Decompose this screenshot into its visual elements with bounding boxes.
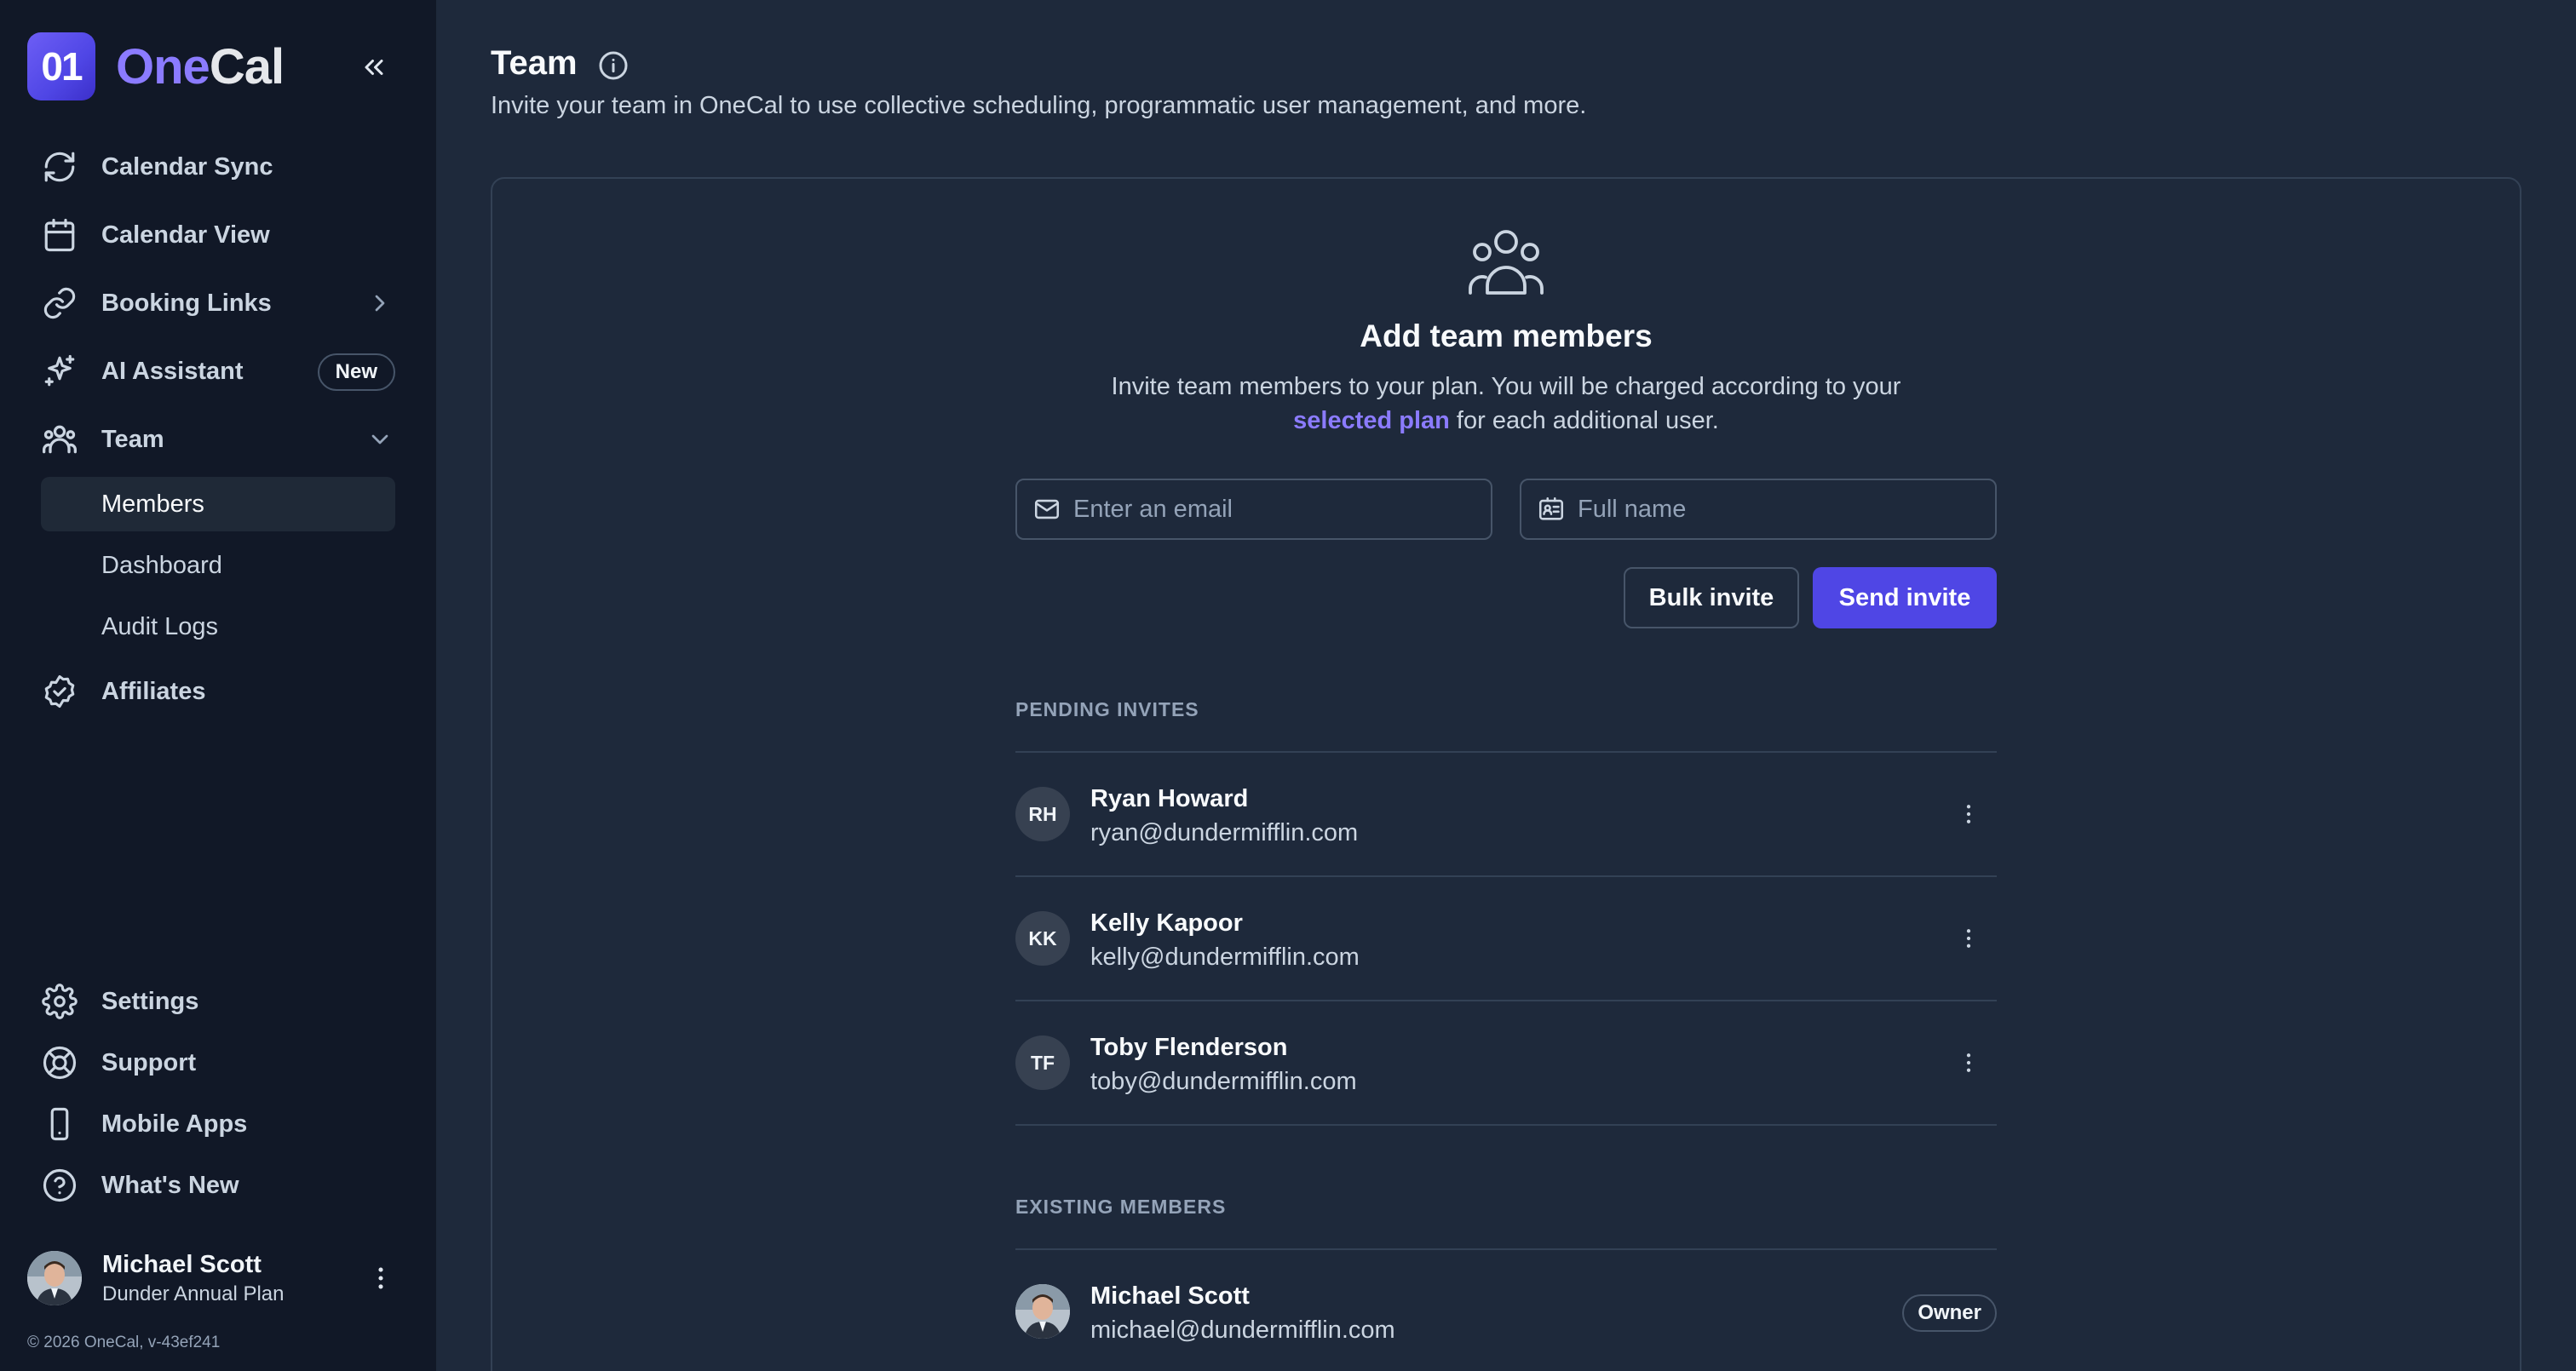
sidebar-item-ai-assistant[interactable]: AI Assistant New — [41, 344, 395, 399]
sidebar-item-support[interactable]: Support — [41, 1035, 395, 1090]
avatar: KK — [1015, 911, 1070, 966]
avatar: TF — [1015, 1035, 1070, 1090]
help-circle-icon — [43, 1168, 77, 1202]
sidebar-item-mobile-apps[interactable]: Mobile Apps — [41, 1097, 395, 1151]
bulk-invite-button[interactable]: Bulk invite — [1624, 567, 1799, 628]
phone-icon — [50, 1107, 69, 1141]
member-row: Michael Scott michael@dundermifflin.com … — [1015, 1250, 1997, 1371]
chevron-down-icon — [371, 434, 388, 445]
invitee-email: toby@dundermifflin.com — [1090, 1068, 1357, 1095]
id-card-icon — [1538, 496, 1564, 520]
pending-invite-row: RH Ryan Howard ryan@dundermifflin.com — [1015, 753, 1997, 875]
row-menu-button[interactable] — [1947, 1041, 1990, 1084]
sidebar-item-label: Affiliates — [101, 677, 206, 705]
add-members-description: Invite team members to your plan. You wi… — [1111, 373, 1901, 434]
user-menu-button[interactable] — [359, 1257, 402, 1299]
pending-invites-label: PENDING INVITES — [1015, 698, 1199, 720]
sidebar-subitem-audit-logs[interactable]: Audit Logs — [41, 599, 395, 654]
sidebar-item-affiliates[interactable]: Affiliates — [41, 664, 395, 719]
sidebar-item-calendar-sync[interactable]: Calendar Sync — [41, 140, 395, 194]
collapse-sidebar-button[interactable] — [353, 46, 395, 89]
sidebar-item-label: Mobile Apps — [101, 1110, 248, 1138]
link-icon — [43, 287, 76, 319]
sidebar-item-team[interactable]: Team — [41, 412, 395, 467]
sidebar-item-label: Settings — [101, 987, 199, 1015]
users-icon — [1467, 228, 1545, 296]
invitee-name: Toby Flenderson — [1090, 1034, 1288, 1061]
logo-mark: 01 — [27, 32, 95, 100]
page-title: Team — [491, 44, 578, 82]
pending-invite-row: KK Kelly Kapoor kelly@dundermifflin.com — [1015, 877, 1997, 1000]
email-field[interactable] — [1015, 479, 1492, 540]
send-invite-button[interactable]: Send invite — [1813, 567, 1997, 628]
page-subtitle: Invite your team in OneCal to use collec… — [491, 92, 1587, 119]
refresh-icon — [44, 152, 75, 182]
invitee-name: Ryan Howard — [1090, 785, 1249, 812]
sidebar: 01 OneCal Calendar Sync Calendar View Bo… — [0, 0, 436, 1371]
sidebar-item-label: Team — [101, 425, 164, 453]
sidebar-item-booking-links[interactable]: Booking Links — [41, 276, 395, 330]
pending-invite-row: TF Toby Flenderson toby@dundermifflin.co… — [1015, 1001, 1997, 1124]
lifebuoy-icon — [43, 1046, 77, 1080]
sidebar-item-whats-new[interactable]: What's New — [41, 1158, 395, 1213]
invitee-name: Kelly Kapoor — [1090, 909, 1243, 937]
existing-members-label: EXISTING MEMBERS — [1015, 1196, 1227, 1218]
users-icon — [43, 425, 77, 454]
sidebar-item-calendar-view[interactable]: Calendar View — [41, 208, 395, 262]
sidebar-item-label: Calendar Sync — [101, 152, 273, 181]
member-email: michael@dundermifflin.com — [1090, 1317, 1395, 1344]
more-vertical-icon — [1966, 805, 1971, 823]
owner-badge: Owner — [1902, 1294, 1997, 1332]
mail-icon — [1034, 499, 1060, 519]
row-menu-button[interactable] — [1947, 917, 1990, 960]
info-icon[interactable] — [596, 49, 630, 83]
user-plan: Dunder Annual Plan — [102, 1282, 285, 1305]
sidebar-subitem-members[interactable]: Members — [41, 477, 395, 531]
chevron-right-icon — [375, 295, 385, 312]
sidebar-item-label: Booking Links — [101, 289, 272, 317]
more-vertical-icon — [1966, 1053, 1971, 1072]
onecal-logo[interactable]: 01 OneCal — [27, 32, 285, 100]
sidebar-subitem-dashboard[interactable]: Dashboard — [41, 538, 395, 593]
new-badge: New — [317, 353, 395, 391]
avatar — [1015, 1284, 1070, 1339]
gear-icon — [42, 984, 78, 1019]
full-name-field[interactable] — [1520, 479, 1997, 540]
invitee-email: kelly@dundermifflin.com — [1090, 944, 1360, 971]
badge-check-icon — [44, 674, 75, 708]
row-menu-button[interactable] — [1947, 793, 1990, 835]
user-profile[interactable]: Michael Scott Dunder Annual Plan — [27, 1248, 402, 1308]
more-vertical-icon — [1966, 929, 1971, 948]
add-members-title: Add team members — [1360, 318, 1653, 353]
sidebar-item-label: What's New — [101, 1171, 239, 1199]
sidebar-item-label: Calendar View — [101, 221, 270, 249]
calendar-icon — [44, 218, 75, 252]
logo-text: OneCal — [116, 38, 285, 95]
avatar: RH — [1015, 787, 1070, 841]
sidebar-item-settings[interactable]: Settings — [41, 974, 395, 1029]
member-name: Michael Scott — [1090, 1282, 1250, 1310]
avatar — [27, 1251, 82, 1305]
selected-plan-link[interactable]: selected plan — [1293, 407, 1450, 434]
sidebar-item-label: AI Assistant — [101, 357, 244, 385]
chevrons-left-icon — [365, 60, 383, 75]
sidebar-item-label: Support — [101, 1048, 197, 1076]
email-input[interactable] — [1073, 495, 1482, 524]
invitee-email: ryan@dundermifflin.com — [1090, 819, 1359, 846]
user-name: Michael Scott — [102, 1250, 262, 1278]
sparkles-icon — [44, 354, 75, 387]
copyright-text: © 2026 OneCal, v-43ef241 — [27, 1334, 221, 1351]
more-vertical-icon — [378, 1267, 383, 1289]
full-name-input[interactable] — [1578, 495, 1987, 524]
